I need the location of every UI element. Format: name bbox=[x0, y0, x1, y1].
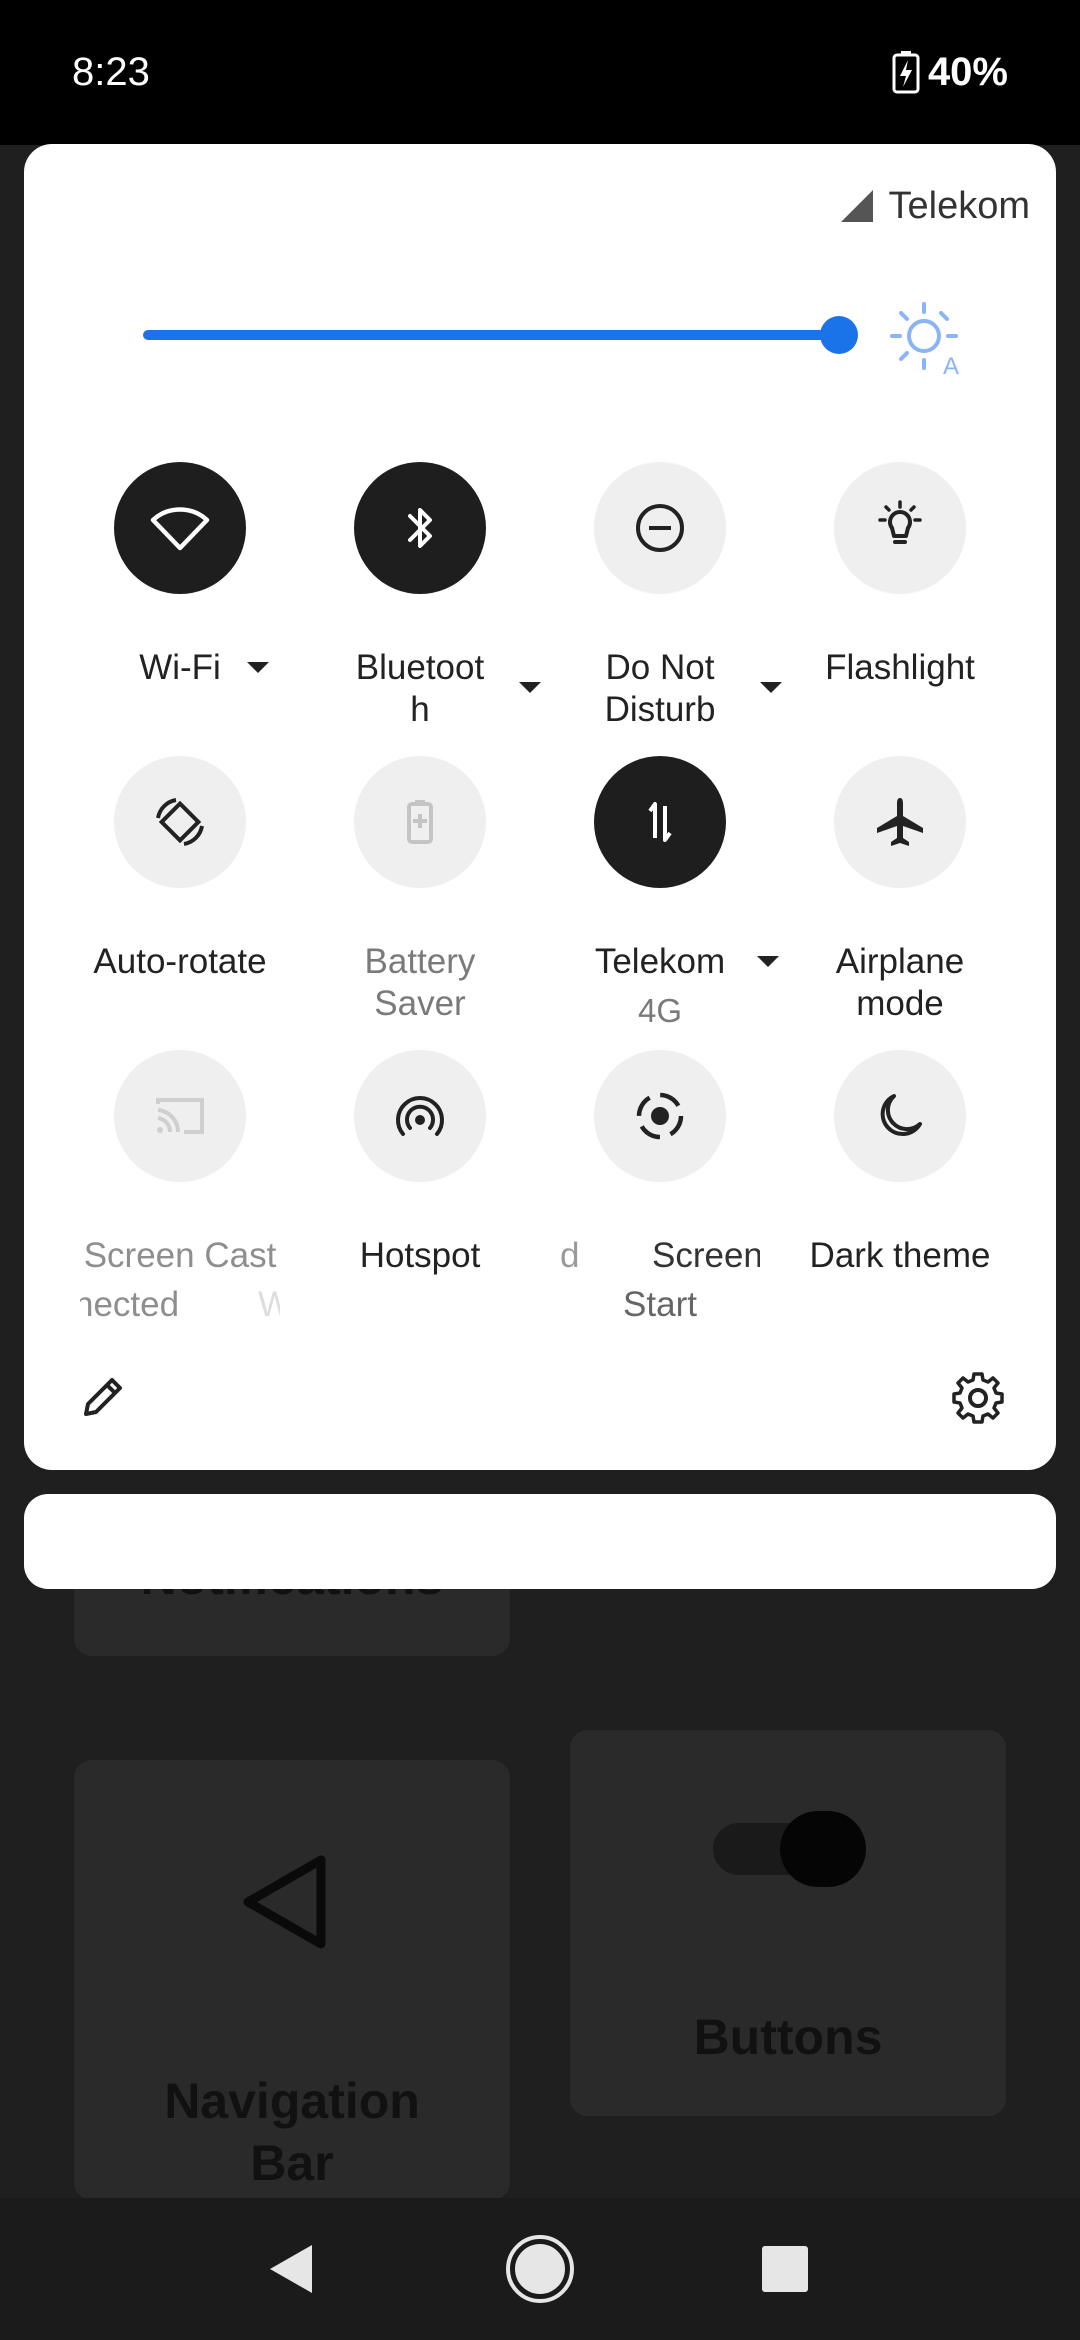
tile-screen-record-label-clip: d Screen bbox=[560, 1235, 760, 1277]
home-button-icon[interactable] bbox=[504, 2233, 576, 2305]
battery-charging-icon bbox=[892, 51, 920, 94]
bg-toggle-thumb bbox=[780, 1811, 866, 1887]
tile-dark-theme[interactable] bbox=[834, 1050, 966, 1182]
bg-card-buttons-title: Buttons bbox=[693, 2009, 883, 2065]
tile-screen-cast-label: Screen Cast bbox=[83, 1236, 277, 1275]
brightness-slider-thumb[interactable] bbox=[820, 316, 858, 354]
dark-theme-icon bbox=[880, 1094, 922, 1137]
do-not-disturb-icon bbox=[636, 504, 684, 552]
mobile-data-icon bbox=[648, 802, 672, 842]
tile-battery-saver-label-line2: Saver bbox=[374, 984, 466, 1023]
tile-wifi[interactable] bbox=[114, 462, 246, 594]
auto-brightness-icon[interactable]: A bbox=[888, 300, 964, 376]
tile-bluetooth[interactable] bbox=[354, 462, 486, 594]
settings-gear-icon[interactable] bbox=[950, 1370, 1006, 1426]
tile-screen-cast-status-clip: nected W bbox=[80, 1284, 280, 1326]
brightness-slider[interactable] bbox=[143, 330, 843, 340]
tile-dnd-dropdown-caret[interactable] bbox=[760, 682, 782, 693]
bg-card-navigation-title-line2: Bar bbox=[250, 2135, 334, 2191]
status-bar: 8:23 40% bbox=[0, 0, 1080, 145]
bg-card-navigation-title-line1: Navigation bbox=[164, 2073, 420, 2129]
tile-hotspot-label: Hotspot bbox=[359, 1236, 481, 1275]
back-triangle-icon bbox=[243, 1855, 326, 1949]
tile-screen-cast-status-left: nected bbox=[80, 1285, 180, 1324]
carrier-name: Telekom bbox=[888, 184, 1031, 227]
tile-screen-record-label-left: d bbox=[560, 1236, 580, 1275]
bg-card-buttons: Buttons bbox=[570, 1730, 1006, 2116]
wifi-icon bbox=[150, 507, 210, 551]
recents-button-icon[interactable] bbox=[760, 2244, 810, 2294]
tile-mobile-data-sublabel: 4G bbox=[637, 992, 683, 1029]
tile-dark-theme-label: Dark theme bbox=[809, 1236, 991, 1275]
tile-screen-record-label: Screen bbox=[652, 1236, 760, 1275]
status-time: 8:23 bbox=[72, 50, 150, 94]
tile-dnd-label-line2: Disturb bbox=[604, 690, 716, 729]
tile-mobile-data-dropdown-caret[interactable] bbox=[757, 956, 779, 967]
bg-card-navigation-bar: Navigation Bar bbox=[74, 1760, 510, 2200]
tile-wifi-dropdown-caret[interactable] bbox=[247, 662, 269, 673]
tile-screen-cast-status-right: W bbox=[258, 1285, 280, 1324]
notification-card[interactable] bbox=[24, 1494, 1056, 1589]
tile-battery-saver-label-line1: Battery bbox=[364, 942, 476, 981]
signal-icon bbox=[840, 190, 873, 222]
tile-mobile-data[interactable] bbox=[594, 756, 726, 888]
hotspot-icon bbox=[396, 1096, 444, 1136]
battery-percent: 40% bbox=[927, 49, 1008, 94]
tile-do-not-disturb[interactable] bbox=[594, 462, 726, 594]
carrier-indicator: Telekom bbox=[839, 180, 1031, 232]
tile-screen-cast[interactable] bbox=[114, 1050, 246, 1182]
tile-dnd-label-line1: Do Not bbox=[605, 648, 715, 687]
tile-mobile-data-label: Telekom bbox=[594, 942, 726, 981]
status-right: 40% bbox=[892, 48, 1008, 96]
tile-airplane-label-line1: Airplane bbox=[835, 942, 965, 981]
tile-bluetooth-label-line2: h bbox=[410, 690, 430, 729]
tile-airplane-mode[interactable] bbox=[834, 756, 966, 888]
flashlight-icon bbox=[878, 500, 922, 544]
tile-screen-record-sublabel: Start bbox=[623, 1285, 697, 1324]
tile-bluetooth-dropdown-caret[interactable] bbox=[519, 682, 541, 693]
auto-rotate-icon bbox=[156, 798, 204, 846]
tile-flashlight-label: Flashlight bbox=[825, 648, 975, 687]
back-button-icon[interactable] bbox=[266, 2241, 318, 2297]
tile-hotspot[interactable] bbox=[354, 1050, 486, 1182]
tile-screen-record[interactable] bbox=[594, 1050, 726, 1182]
tile-flashlight[interactable] bbox=[834, 462, 966, 594]
tile-auto-rotate-label: Auto-rotate bbox=[93, 942, 267, 981]
svg-text:A: A bbox=[943, 353, 959, 376]
tile-battery-saver[interactable] bbox=[354, 756, 486, 888]
cast-icon bbox=[156, 1098, 204, 1134]
tile-bluetooth-label-line1: Bluetoot bbox=[355, 648, 485, 687]
system-navigation-bar bbox=[0, 2198, 1080, 2340]
tile-auto-rotate[interactable] bbox=[114, 756, 246, 888]
battery-saver-icon bbox=[407, 800, 433, 844]
screen-record-icon bbox=[636, 1092, 684, 1140]
tile-airplane-label-line2: mode bbox=[856, 984, 944, 1023]
bluetooth-icon bbox=[408, 508, 432, 548]
edit-icon[interactable] bbox=[78, 1372, 128, 1422]
airplane-icon bbox=[877, 798, 923, 846]
